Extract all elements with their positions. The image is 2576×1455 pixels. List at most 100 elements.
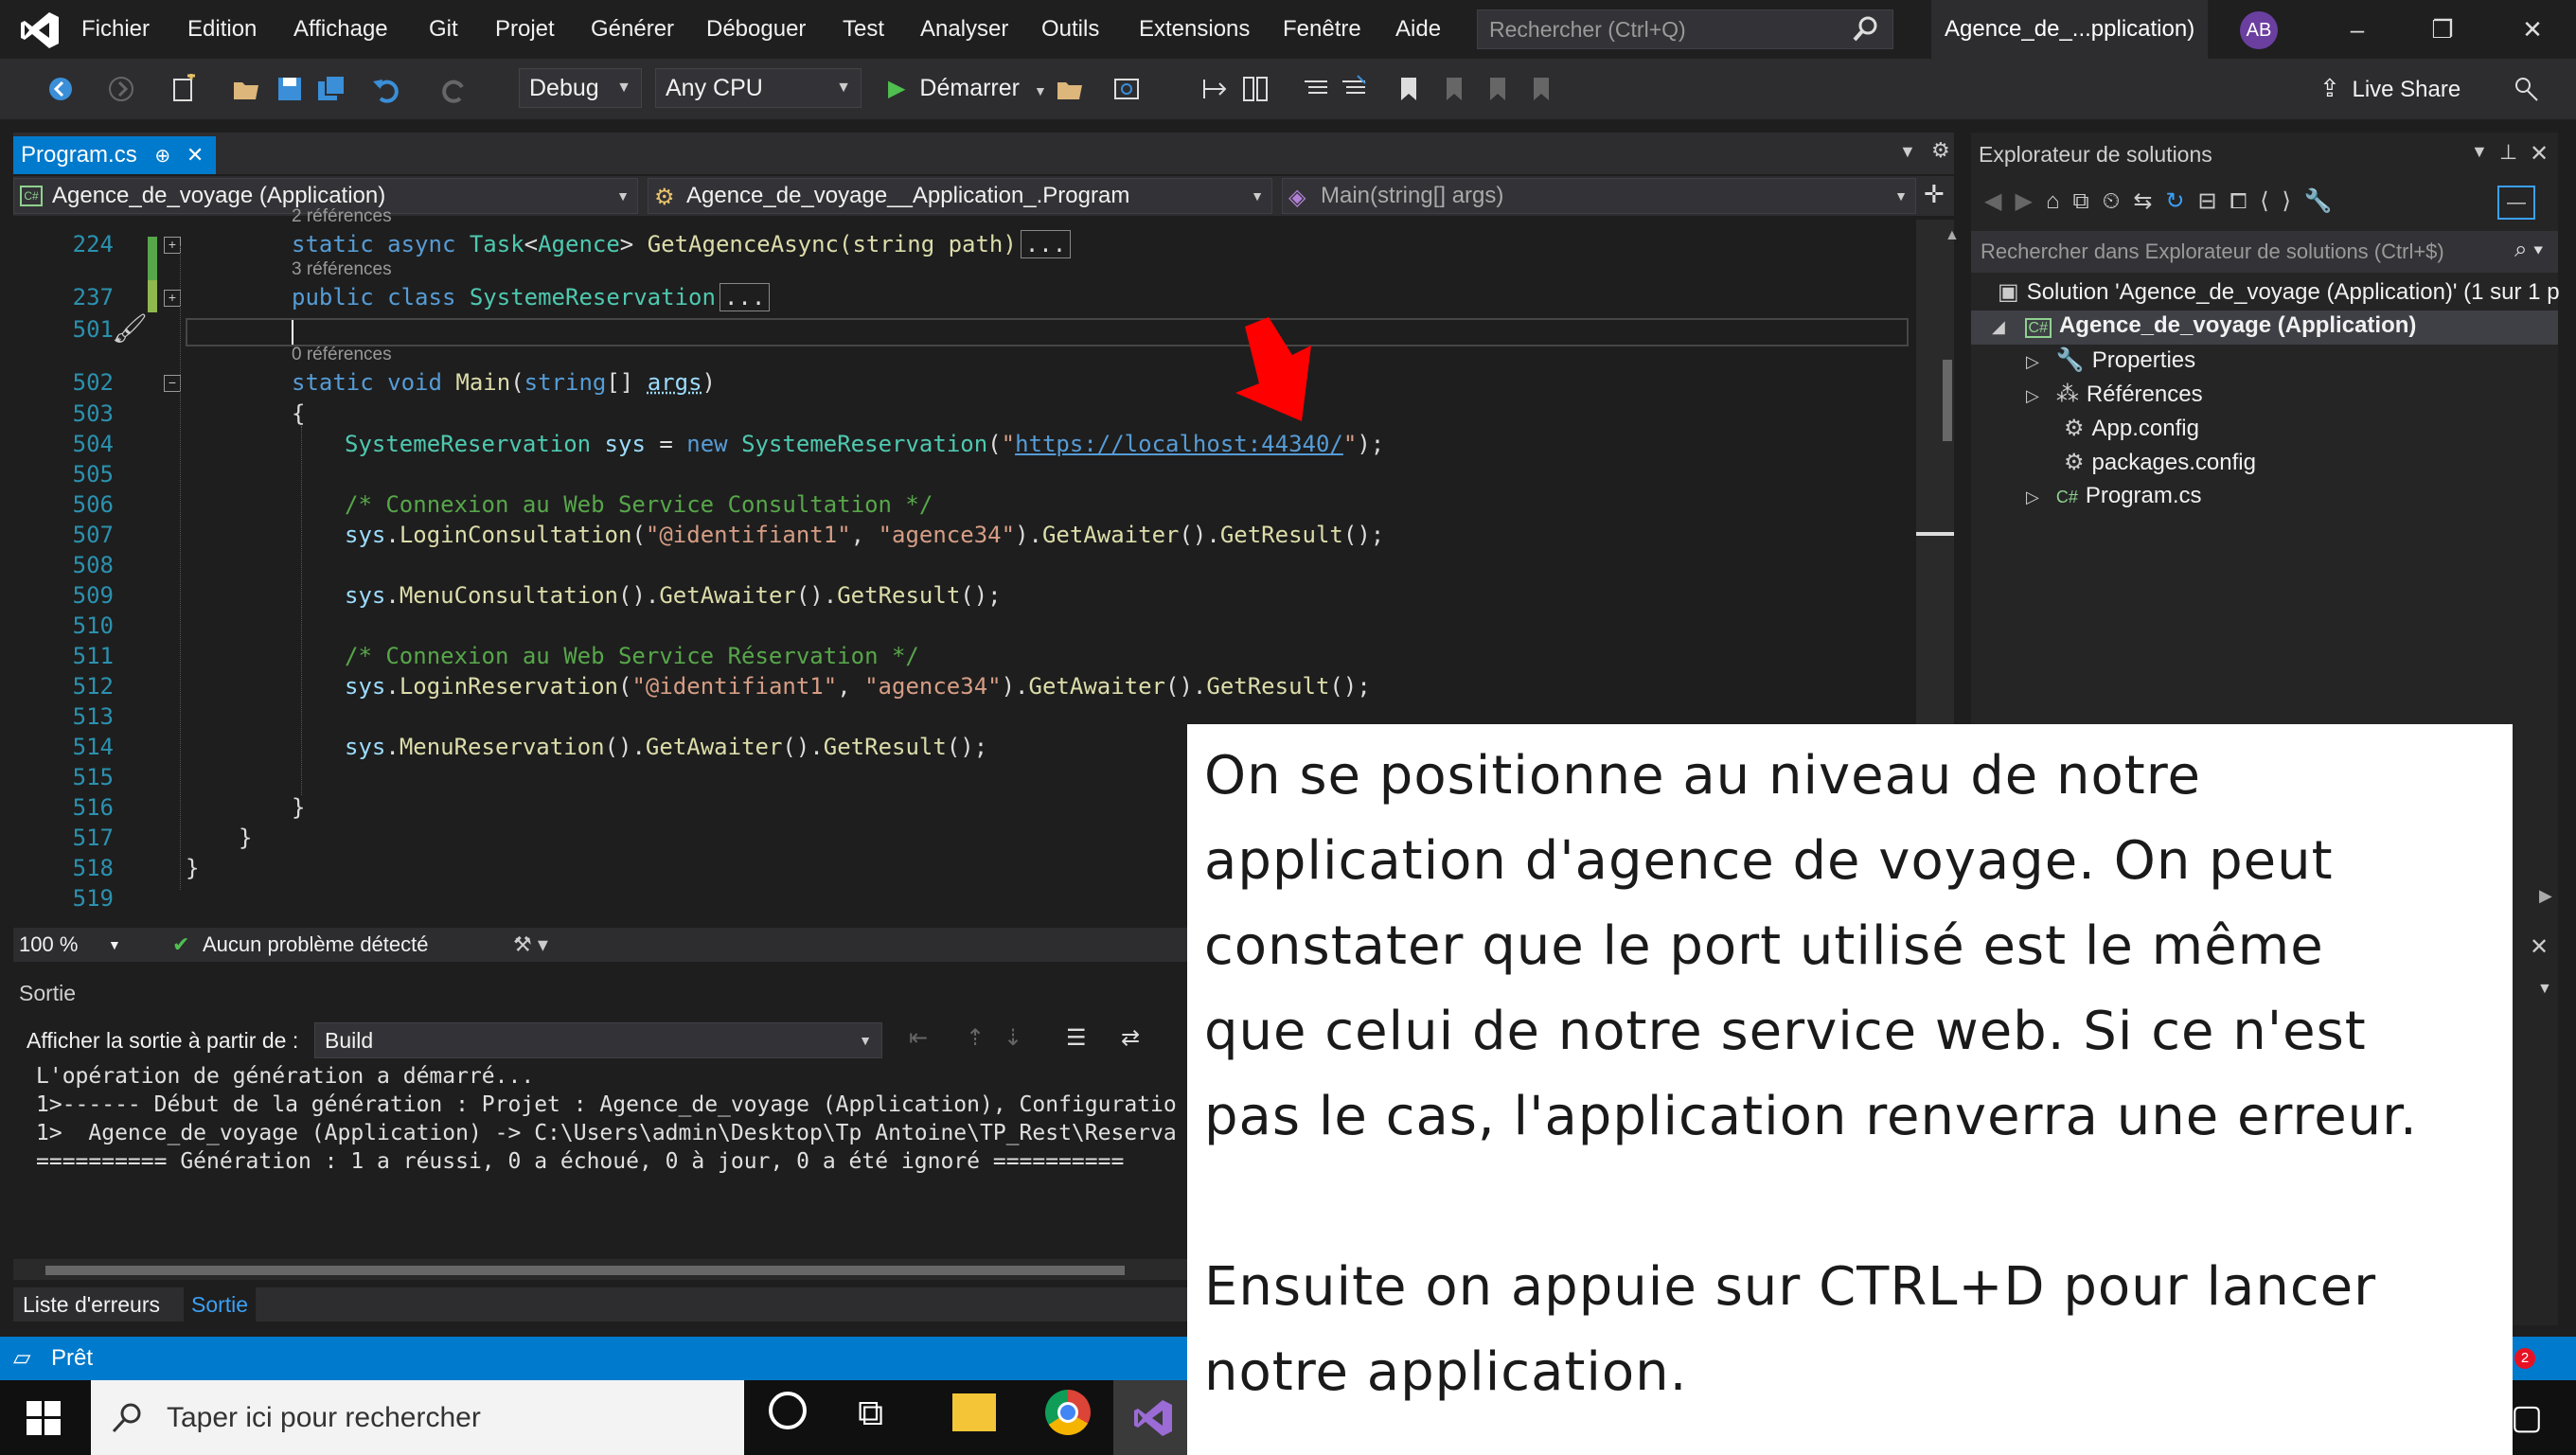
- close-icon[interactable]: ✕: [2530, 933, 2549, 961]
- minimize-button[interactable]: –: [2315, 0, 2400, 59]
- tab-error-list[interactable]: Liste d'erreurs: [23, 1287, 160, 1322]
- scroll-up-icon[interactable]: ▲: [1945, 227, 1960, 244]
- menu-generer[interactable]: Générer: [591, 0, 674, 59]
- tree-item-app-config[interactable]: ⚙ App.config: [2064, 415, 2199, 442]
- problems-status[interactable]: Aucun problème détecté: [203, 928, 429, 962]
- collapsed-arrow-icon[interactable]: ▷: [2026, 386, 2039, 405]
- bookmark-next-icon[interactable]: [1483, 74, 1513, 104]
- chrome-icon[interactable]: [1045, 1390, 1091, 1435]
- project-node[interactable]: ◢ C# Agence_de_voyage (Application): [1992, 312, 2416, 339]
- scroll-right-icon[interactable]: ▶: [2539, 886, 2552, 906]
- action-center-icon[interactable]: ▢: [2511, 1397, 2543, 1437]
- split-editor-icon[interactable]: ✛: [1924, 180, 1945, 209]
- columns-icon[interactable]: [1240, 74, 1270, 104]
- fold-toggle[interactable]: +: [164, 237, 181, 254]
- copy-icon[interactable]: ⧠: [2230, 188, 2261, 214]
- sync-icon[interactable]: ⇆: [2133, 188, 2165, 214]
- forward-icon[interactable]: ▶: [2015, 188, 2045, 214]
- word-wrap-icon[interactable]: ⇄: [1121, 1024, 1140, 1052]
- scrollbar-thumb[interactable]: [45, 1266, 1125, 1275]
- zoom-level[interactable]: 100 %: [19, 928, 78, 962]
- step-icon[interactable]: [1200, 74, 1231, 104]
- bookmark-icon[interactable]: [1394, 74, 1424, 104]
- open-folder-icon[interactable]: [231, 74, 261, 104]
- pin-icon[interactable]: ⊥: [2499, 140, 2517, 165]
- pin-icon[interactable]: ⊕: [154, 146, 170, 167]
- collapse-all-icon[interactable]: ⊟: [2198, 188, 2230, 214]
- fold-toggle[interactable]: −: [164, 375, 181, 392]
- close-window-button[interactable]: ✕: [2490, 0, 2575, 59]
- live-share-button[interactable]: ⇪ Live Share: [2319, 68, 2461, 108]
- expanded-arrow-icon[interactable]: ◢: [1992, 317, 2005, 336]
- chevron-down-icon[interactable]: ▼: [2537, 981, 2552, 998]
- browse-folder-icon[interactable]: [1055, 74, 1085, 104]
- menu-extensions[interactable]: Extensions: [1139, 0, 1250, 59]
- menu-analyser[interactable]: Analyser: [920, 0, 1008, 59]
- home-icon[interactable]: ⌂: [2046, 188, 2073, 214]
- home-window-icon[interactable]: [1111, 74, 1142, 104]
- chevron-down-icon[interactable]: ▼: [108, 928, 121, 962]
- configuration-select[interactable]: Debug ▼: [519, 68, 642, 108]
- tab-output[interactable]: Sortie: [184, 1287, 257, 1322]
- task-view-icon[interactable]: ⧉: [858, 1393, 883, 1434]
- clear-all-icon[interactable]: ☰: [1066, 1024, 1087, 1052]
- tree-item-references[interactable]: ▷ ⁂ Références: [2026, 381, 2203, 408]
- menu-affichage[interactable]: Affichage: [293, 0, 388, 59]
- cortana-icon[interactable]: [769, 1392, 807, 1429]
- code-view-icon[interactable]: ⟨⟩: [2260, 188, 2304, 214]
- save-icon[interactable]: [275, 74, 305, 104]
- menu-projet[interactable]: Projet: [495, 0, 555, 59]
- code-lens[interactable]: 2 références: [292, 206, 392, 227]
- refresh-icon[interactable]: ↻: [2165, 188, 2197, 214]
- find-message-icon[interactable]: ⇤: [909, 1024, 928, 1052]
- platform-select[interactable]: Any CPU ▼: [655, 68, 862, 108]
- forward-icon[interactable]: [106, 74, 136, 104]
- redo-icon[interactable]: [439, 74, 470, 104]
- solution-explorer-search[interactable]: Rechercher dans Explorateur de solutions…: [1971, 231, 2558, 273]
- menu-fenetre[interactable]: Fenêtre: [1283, 0, 1361, 59]
- solution-node[interactable]: ▣ Solution 'Agence_de_voyage (Application…: [1998, 278, 2560, 306]
- undo-icon[interactable]: [371, 74, 401, 104]
- bookmark-clear-icon[interactable]: [1526, 74, 1556, 104]
- fold-toggle[interactable]: +: [164, 290, 181, 307]
- feedback-icon[interactable]: [2511, 74, 2541, 104]
- uncomment-icon[interactable]: [1339, 74, 1369, 104]
- maximize-button[interactable]: ❐: [2400, 0, 2485, 59]
- comment-icon[interactable]: [1301, 74, 1331, 104]
- menu-deboguer[interactable]: Déboguer: [706, 0, 806, 59]
- visual-studio-taskbar-item[interactable]: [1113, 1380, 1193, 1455]
- output-source-select[interactable]: Build ▼: [314, 1022, 882, 1058]
- preview-toggle-icon[interactable]: —: [2497, 186, 2535, 220]
- tree-item-program-cs[interactable]: ▷ C# Program.cs: [2026, 483, 2202, 509]
- code-lens[interactable]: 3 références: [292, 259, 392, 280]
- save-all-icon[interactable]: [316, 74, 346, 104]
- menu-outils[interactable]: Outils: [1041, 0, 1099, 59]
- tree-item-properties[interactable]: ▷ 🔧 Properties: [2026, 346, 2195, 374]
- search-input[interactable]: Rechercher (Ctrl+Q): [1477, 9, 1893, 49]
- close-icon[interactable]: ✕: [2530, 140, 2549, 168]
- prev-message-icon[interactable]: ⇡: [966, 1024, 985, 1052]
- menu-aide[interactable]: Aide: [1395, 0, 1441, 59]
- switch-views-icon[interactable]: ⧉: [2072, 188, 2102, 214]
- chevron-down-icon[interactable]: ▼: [2471, 142, 2488, 162]
- bookmark-prev-icon[interactable]: [1439, 74, 1469, 104]
- new-project-icon[interactable]: [169, 74, 199, 104]
- file-explorer-icon[interactable]: [952, 1393, 996, 1431]
- scrollbar-thumb[interactable]: [1943, 360, 1952, 441]
- quick-actions-brush-icon[interactable]: 🖌: [112, 312, 148, 346]
- back-icon[interactable]: ◀: [1984, 188, 2015, 214]
- menu-edition[interactable]: Edition: [187, 0, 257, 59]
- taskbar-search-input[interactable]: Taper ici pour rechercher: [91, 1380, 744, 1455]
- tree-item-packages-config[interactable]: ⚙ packages.config: [2064, 449, 2256, 476]
- tab-dropdown-icon[interactable]: ▼: [1899, 142, 1916, 162]
- member-nav-select[interactable]: ◈ Main(string[] args) ▼: [1282, 178, 1916, 214]
- windows-start-icon[interactable]: [27, 1401, 61, 1435]
- history-icon[interactable]: ⏲: [2103, 188, 2134, 214]
- properties-wrench-icon[interactable]: 🔧: [2304, 188, 2346, 214]
- visual-studio-logo-icon[interactable]: [19, 9, 61, 51]
- code-lens[interactable]: 0 références: [292, 345, 392, 365]
- close-icon[interactable]: ✕: [187, 143, 204, 167]
- collapsed-arrow-icon[interactable]: ▷: [2026, 352, 2039, 371]
- solution-name[interactable]: Agence_de_...pplication): [1931, 0, 2209, 59]
- menu-test[interactable]: Test: [843, 0, 884, 59]
